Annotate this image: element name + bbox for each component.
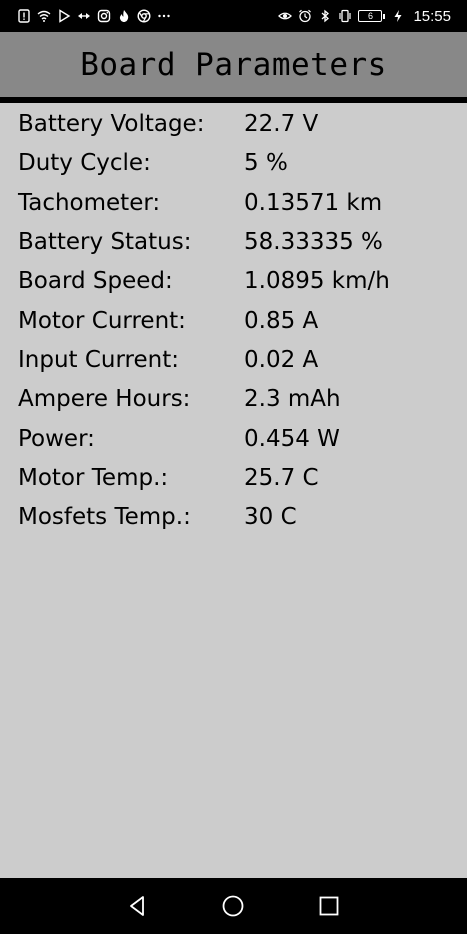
param-value: 22.7 V <box>244 111 319 137</box>
instagram-icon <box>97 9 111 23</box>
status-bar: 6 15:55 <box>0 0 467 32</box>
param-row-motor-current: Motor Current: 0.85 A <box>0 302 467 341</box>
page-title: Board Parameters <box>80 46 387 83</box>
status-time: 15:55 <box>413 7 451 25</box>
param-value: 2.3 mAh <box>244 386 341 413</box>
param-row-battery-status: Battery Status: 58.33335 % <box>0 223 467 262</box>
param-row-motor-temp: Motor Temp.: 25.7 C <box>0 459 467 498</box>
arrows-icon <box>77 9 91 23</box>
param-label: Input Current: <box>18 347 179 374</box>
status-bar-right: 6 15:55 <box>278 8 451 25</box>
param-label: Battery Status: <box>18 229 192 256</box>
param-label: Motor Temp.: <box>18 465 169 492</box>
param-label: Power: <box>18 425 95 452</box>
param-value: 58.33335 % <box>244 229 383 256</box>
param-row-input-current: Input Current: 0.02 A <box>0 341 467 380</box>
param-label: Mosfets Temp.: <box>18 504 191 531</box>
param-label: Tachometer: <box>18 189 161 216</box>
more-dots-icon <box>157 9 171 23</box>
param-value: 0.13571 km <box>244 189 383 216</box>
param-value: 30 C <box>244 504 297 531</box>
param-row-battery-voltage: Battery Voltage: 22.7 V <box>0 105 467 144</box>
param-row-mosfets-temp: Mosfets Temp.: 30 C <box>0 498 467 537</box>
play-store-icon <box>57 9 71 23</box>
flame-icon <box>117 9 131 23</box>
back-icon[interactable] <box>124 892 152 920</box>
param-row-power: Power: 0.454 W <box>0 420 467 459</box>
param-row-tachometer: Tachometer: 0.13571 km <box>0 184 467 223</box>
app-header: Board Parameters <box>0 32 467 97</box>
battery-icon: 6 <box>358 10 386 22</box>
battery-tip <box>383 13 386 19</box>
param-label: Battery Voltage: <box>18 111 205 137</box>
param-value: 0.454 W <box>244 425 340 452</box>
param-value: 0.02 A <box>244 347 319 374</box>
home-icon[interactable] <box>219 892 247 920</box>
vibrate-icon <box>338 9 352 23</box>
recents-icon[interactable] <box>315 892 343 920</box>
battery-level: 6 <box>358 10 383 22</box>
chrome-icon <box>137 9 151 23</box>
param-label: Ampere Hours: <box>18 386 191 413</box>
wifi-icon <box>37 9 51 23</box>
status-bar-left <box>17 9 171 23</box>
param-row-duty-cycle: Duty Cycle: 5 % <box>0 144 467 183</box>
charging-icon <box>391 9 405 23</box>
param-row-ampere-hours: Ampere Hours: 2.3 mAh <box>0 380 467 419</box>
alert-icon <box>17 9 31 23</box>
eye-icon <box>278 9 293 23</box>
param-label: Motor Current: <box>18 307 186 334</box>
param-value: 25.7 C <box>244 465 319 492</box>
param-value: 0.85 A <box>244 307 319 334</box>
navigation-bar <box>0 878 467 934</box>
alarm-icon <box>298 9 312 23</box>
param-value: 5 % <box>244 150 288 177</box>
param-value: 1.0895 km/h <box>244 268 390 295</box>
parameters-list: Battery Voltage: 22.7 V Duty Cycle: 5 % … <box>0 103 467 538</box>
param-label: Duty Cycle: <box>18 150 151 177</box>
param-label: Board Speed: <box>18 268 173 295</box>
bluetooth-icon <box>318 9 332 23</box>
param-row-board-speed: Board Speed: 1.0895 km/h <box>0 262 467 301</box>
